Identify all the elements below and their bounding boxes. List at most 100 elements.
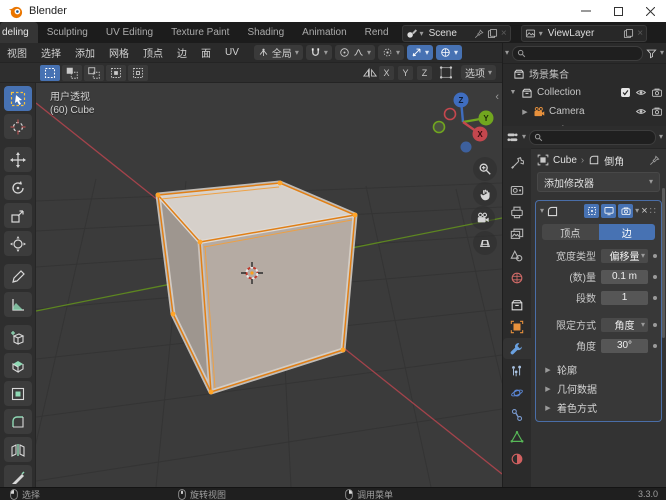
mirror-x-button[interactable]: X xyxy=(378,65,394,80)
expand-icon[interactable]: ▶ xyxy=(521,108,529,116)
animate-dot[interactable] xyxy=(653,253,657,258)
tab-rendering[interactable]: Rend xyxy=(356,22,398,43)
realtime-display-toggle[interactable] xyxy=(601,204,617,218)
tab-shading[interactable]: Shading xyxy=(238,22,293,43)
menu-select[interactable]: 选择 xyxy=(34,45,68,60)
axis-z[interactable]: Z xyxy=(453,92,469,108)
tab-modeling[interactable]: deling xyxy=(0,22,38,43)
editor-type-icon[interactable] xyxy=(506,131,519,144)
snap-toggle[interactable]: ▾ xyxy=(305,45,332,60)
render-visibility-icon[interactable] xyxy=(651,106,663,117)
select-mode-intersect[interactable] xyxy=(128,64,148,81)
pin-icon[interactable] xyxy=(474,28,484,39)
section-profile[interactable]: ▶ 轮廓 xyxy=(536,360,661,379)
tool-add-cube[interactable] xyxy=(3,325,32,350)
tab-texture-paint[interactable]: Texture Paint xyxy=(162,22,238,43)
pin-icon[interactable] xyxy=(649,155,660,166)
viewlayer-selector[interactable]: ▾ ViewLayer × xyxy=(520,25,648,42)
tool-rotate[interactable] xyxy=(3,175,32,200)
tool-transform[interactable] xyxy=(3,231,32,256)
modifier-extras-icon[interactable]: ▾ xyxy=(635,207,639,215)
tab-animation[interactable]: Animation xyxy=(293,22,355,43)
tool-cursor[interactable] xyxy=(3,114,32,139)
animate-dot[interactable] xyxy=(653,274,657,279)
collapse-icon[interactable]: ▾ xyxy=(540,207,544,215)
proportional-editing-group[interactable]: ▾ xyxy=(334,45,375,60)
tool-measure[interactable] xyxy=(3,292,32,317)
tab-sculpting[interactable]: Sculpting xyxy=(38,22,97,43)
outliner-row-camera[interactable]: ▶ Camera xyxy=(503,102,666,121)
tab-uv-editing[interactable]: UV Editing xyxy=(97,22,162,43)
props-tab-output[interactable] xyxy=(504,201,530,222)
segments-input[interactable]: 1 xyxy=(601,290,648,305)
select-mode-new[interactable] xyxy=(40,64,60,81)
close-button[interactable] xyxy=(634,0,666,22)
menu-edge[interactable]: 边 xyxy=(170,45,194,60)
animate-dot[interactable] xyxy=(653,343,657,348)
axis-y[interactable]: Y xyxy=(478,110,494,126)
select-mode-invert[interactable] xyxy=(106,64,126,81)
axis-x[interactable]: X xyxy=(472,126,488,142)
section-shading[interactable]: ▶ 着色方式 xyxy=(536,398,661,417)
mirror-y-button[interactable]: Y xyxy=(397,65,413,80)
perspective-toggle-button[interactable] xyxy=(473,231,497,255)
vertices-tab[interactable]: 顶点 xyxy=(542,224,599,240)
breadcrumb-modifier[interactable]: 倒角 xyxy=(604,153,624,168)
render-visibility-icon[interactable] xyxy=(651,87,663,98)
props-tab-object-data[interactable] xyxy=(504,426,530,447)
props-tab-physics[interactable] xyxy=(504,382,530,403)
props-tab-tool[interactable] xyxy=(504,152,530,173)
axis-neg-x[interactable] xyxy=(443,107,457,121)
tool-knife[interactable] xyxy=(3,465,32,487)
properties-scrollbar[interactable] xyxy=(662,188,665,338)
navigation-gizmo[interactable]: Z Y X xyxy=(428,87,500,159)
menu-mesh[interactable]: 网格 xyxy=(102,45,136,60)
props-tab-scene[interactable] xyxy=(504,245,530,266)
tool-bevel[interactable] xyxy=(3,409,32,434)
cube-mesh[interactable] xyxy=(155,180,358,395)
outliner-row-scene-collection[interactable]: 场景集合 xyxy=(503,64,666,83)
props-tab-particles[interactable] xyxy=(504,360,530,381)
menu-add[interactable]: 添加 xyxy=(68,45,102,60)
animate-dot[interactable] xyxy=(653,295,657,300)
scene-selector[interactable]: ▾ Scene × xyxy=(401,25,511,42)
minimize-button[interactable] xyxy=(570,0,602,22)
transform-orientation-dropdown[interactable]: 全局 ▾ xyxy=(253,45,303,60)
mirror-z-button[interactable]: Z xyxy=(416,65,432,80)
tool-move[interactable] xyxy=(3,147,32,172)
add-modifier-dropdown[interactable]: 添加修改器 ▾ xyxy=(537,172,660,192)
render-display-toggle[interactable] xyxy=(618,204,634,218)
filter-icon[interactable] xyxy=(646,48,657,59)
outliner-search-input[interactable] xyxy=(512,45,643,61)
snap-cage-icon[interactable] xyxy=(439,66,453,79)
gizmos-toggle[interactable]: ▾ xyxy=(406,45,433,60)
menu-uv[interactable]: UV xyxy=(218,47,246,58)
checkbox-icon[interactable] xyxy=(620,87,631,98)
breadcrumb-object[interactable]: Cube xyxy=(553,155,577,166)
props-tab-render[interactable] xyxy=(504,179,530,200)
props-tab-material[interactable] xyxy=(504,448,530,469)
angle-input[interactable]: 30° xyxy=(601,338,648,353)
camera-view-button[interactable] xyxy=(471,206,495,230)
select-mode-subtract[interactable] xyxy=(84,64,104,81)
pan-button[interactable] xyxy=(473,182,497,206)
zoom-button[interactable] xyxy=(473,157,497,181)
tool-loop-cut[interactable] xyxy=(3,437,32,462)
props-tab-world[interactable] xyxy=(504,267,530,288)
props-tab-constraints[interactable] xyxy=(504,404,530,425)
edit-mode-display-toggle[interactable] xyxy=(584,204,600,218)
expand-icon[interactable]: ▼ xyxy=(509,89,517,96)
tool-scale[interactable] xyxy=(3,203,32,228)
limit-method-select[interactable]: 角度 ▾ xyxy=(601,317,648,332)
props-tab-view-layer[interactable] xyxy=(504,223,530,244)
drag-handle-icon[interactable]: ∷ xyxy=(650,206,657,217)
select-mode-extend[interactable] xyxy=(62,64,82,81)
viewport-3d[interactable]: 用户透视 (60) Cube Z Y X ‹ xyxy=(36,83,502,487)
section-geometry[interactable]: ▶ 几何数据 xyxy=(536,379,661,398)
sidebar-collapse-icon[interactable]: ‹ xyxy=(495,91,499,103)
menu-view[interactable]: 视图 xyxy=(0,45,34,60)
options-dropdown[interactable]: 选项 ▾ xyxy=(460,65,496,80)
overlays-toggle[interactable]: ▾ xyxy=(435,45,462,60)
tool-inset-faces[interactable] xyxy=(3,381,32,406)
menu-face[interactable]: 面 xyxy=(194,45,218,60)
